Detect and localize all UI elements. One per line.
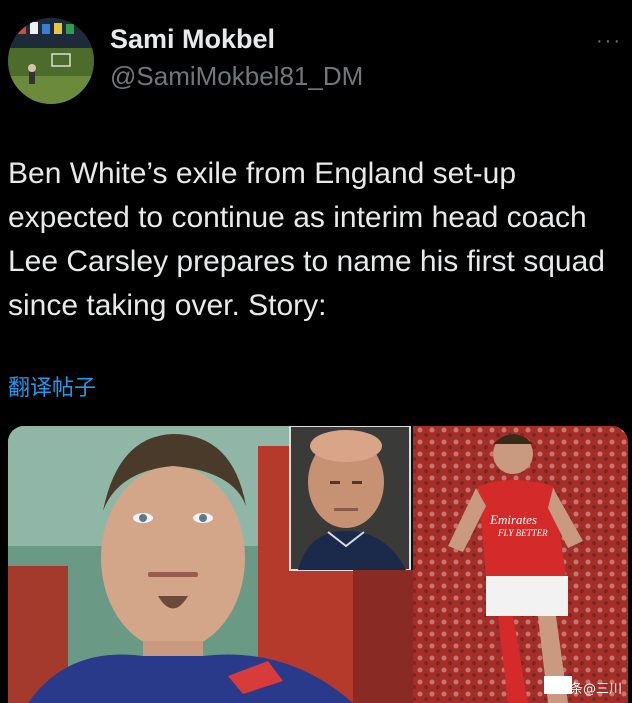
lee-carsley-inset [289,426,411,571]
avatar-image [8,18,94,104]
shirt-sponsor-line1: Emirates [489,512,537,527]
tweet-text: Ben White’s exile from England set-up ex… [8,157,605,322]
author-handle[interactable]: @SamiMokbel81_DM [110,61,363,92]
more-options-icon[interactable]: ··· [596,30,622,53]
translate-post-link[interactable]: 翻译帖子 [8,370,96,402]
tweet-media-image[interactable]: Emirates FLY BETTER 头条@三川 [8,426,628,703]
image-watermark: 头条@三川 [556,682,622,697]
shirt-sponsor-line2: FLY BETTER [497,528,548,538]
author-avatar[interactable] [8,18,94,104]
author-display-name[interactable]: Sami Mokbel [110,24,275,55]
